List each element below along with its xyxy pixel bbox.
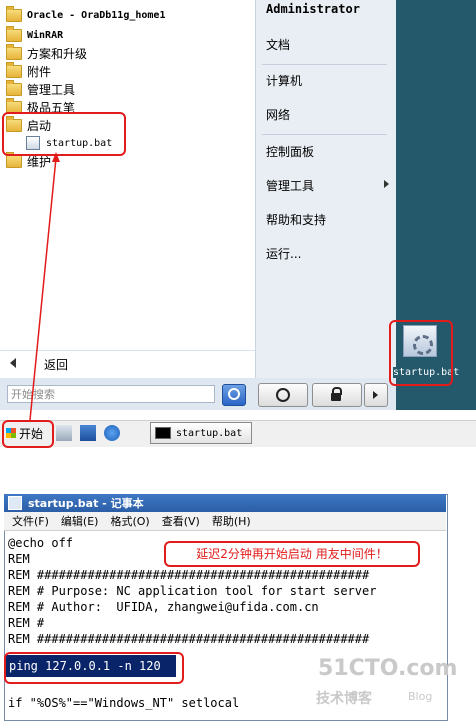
- code-line: REM: [8, 552, 30, 566]
- menu-help[interactable]: 帮助(H): [212, 513, 251, 529]
- arrow-line: [29, 157, 57, 421]
- watermark-logo: 51CTO.com: [318, 656, 458, 681]
- code-line: if "%OS%"=="Windows_NT" setlocal: [8, 696, 240, 710]
- watermark-blog: Blog: [408, 690, 433, 703]
- code-line: REM #: [8, 616, 45, 630]
- ping-highlight-box: [4, 652, 184, 684]
- code-line: REM # Author: UFIDA, zhangwei@ufida.com.…: [8, 600, 319, 614]
- menu-view[interactable]: 查看(V): [162, 513, 200, 529]
- notepad-icon: [8, 496, 22, 510]
- notepad-menubar: 文件(F) 编辑(E) 格式(O) 查看(V) 帮助(H): [4, 512, 446, 531]
- notepad-titlebar: startup.bat - 记事本: [4, 494, 446, 512]
- menu-edit[interactable]: 编辑(E): [61, 513, 99, 529]
- code-line: REM # Purpose: NC application tool for s…: [8, 584, 377, 598]
- code-line: REM ####################################…: [8, 632, 370, 646]
- code-line: REM ####################################…: [8, 568, 370, 582]
- code-line: @echo off: [8, 536, 74, 550]
- menu-file[interactable]: 文件(F): [12, 513, 49, 529]
- menu-format[interactable]: 格式(O): [110, 513, 149, 529]
- arrow-head: [52, 152, 60, 162]
- watermark-subtitle: 技术博客: [316, 691, 372, 707]
- annotation-callout: 延迟2分钟再开始启动 用友中间件！: [164, 541, 420, 567]
